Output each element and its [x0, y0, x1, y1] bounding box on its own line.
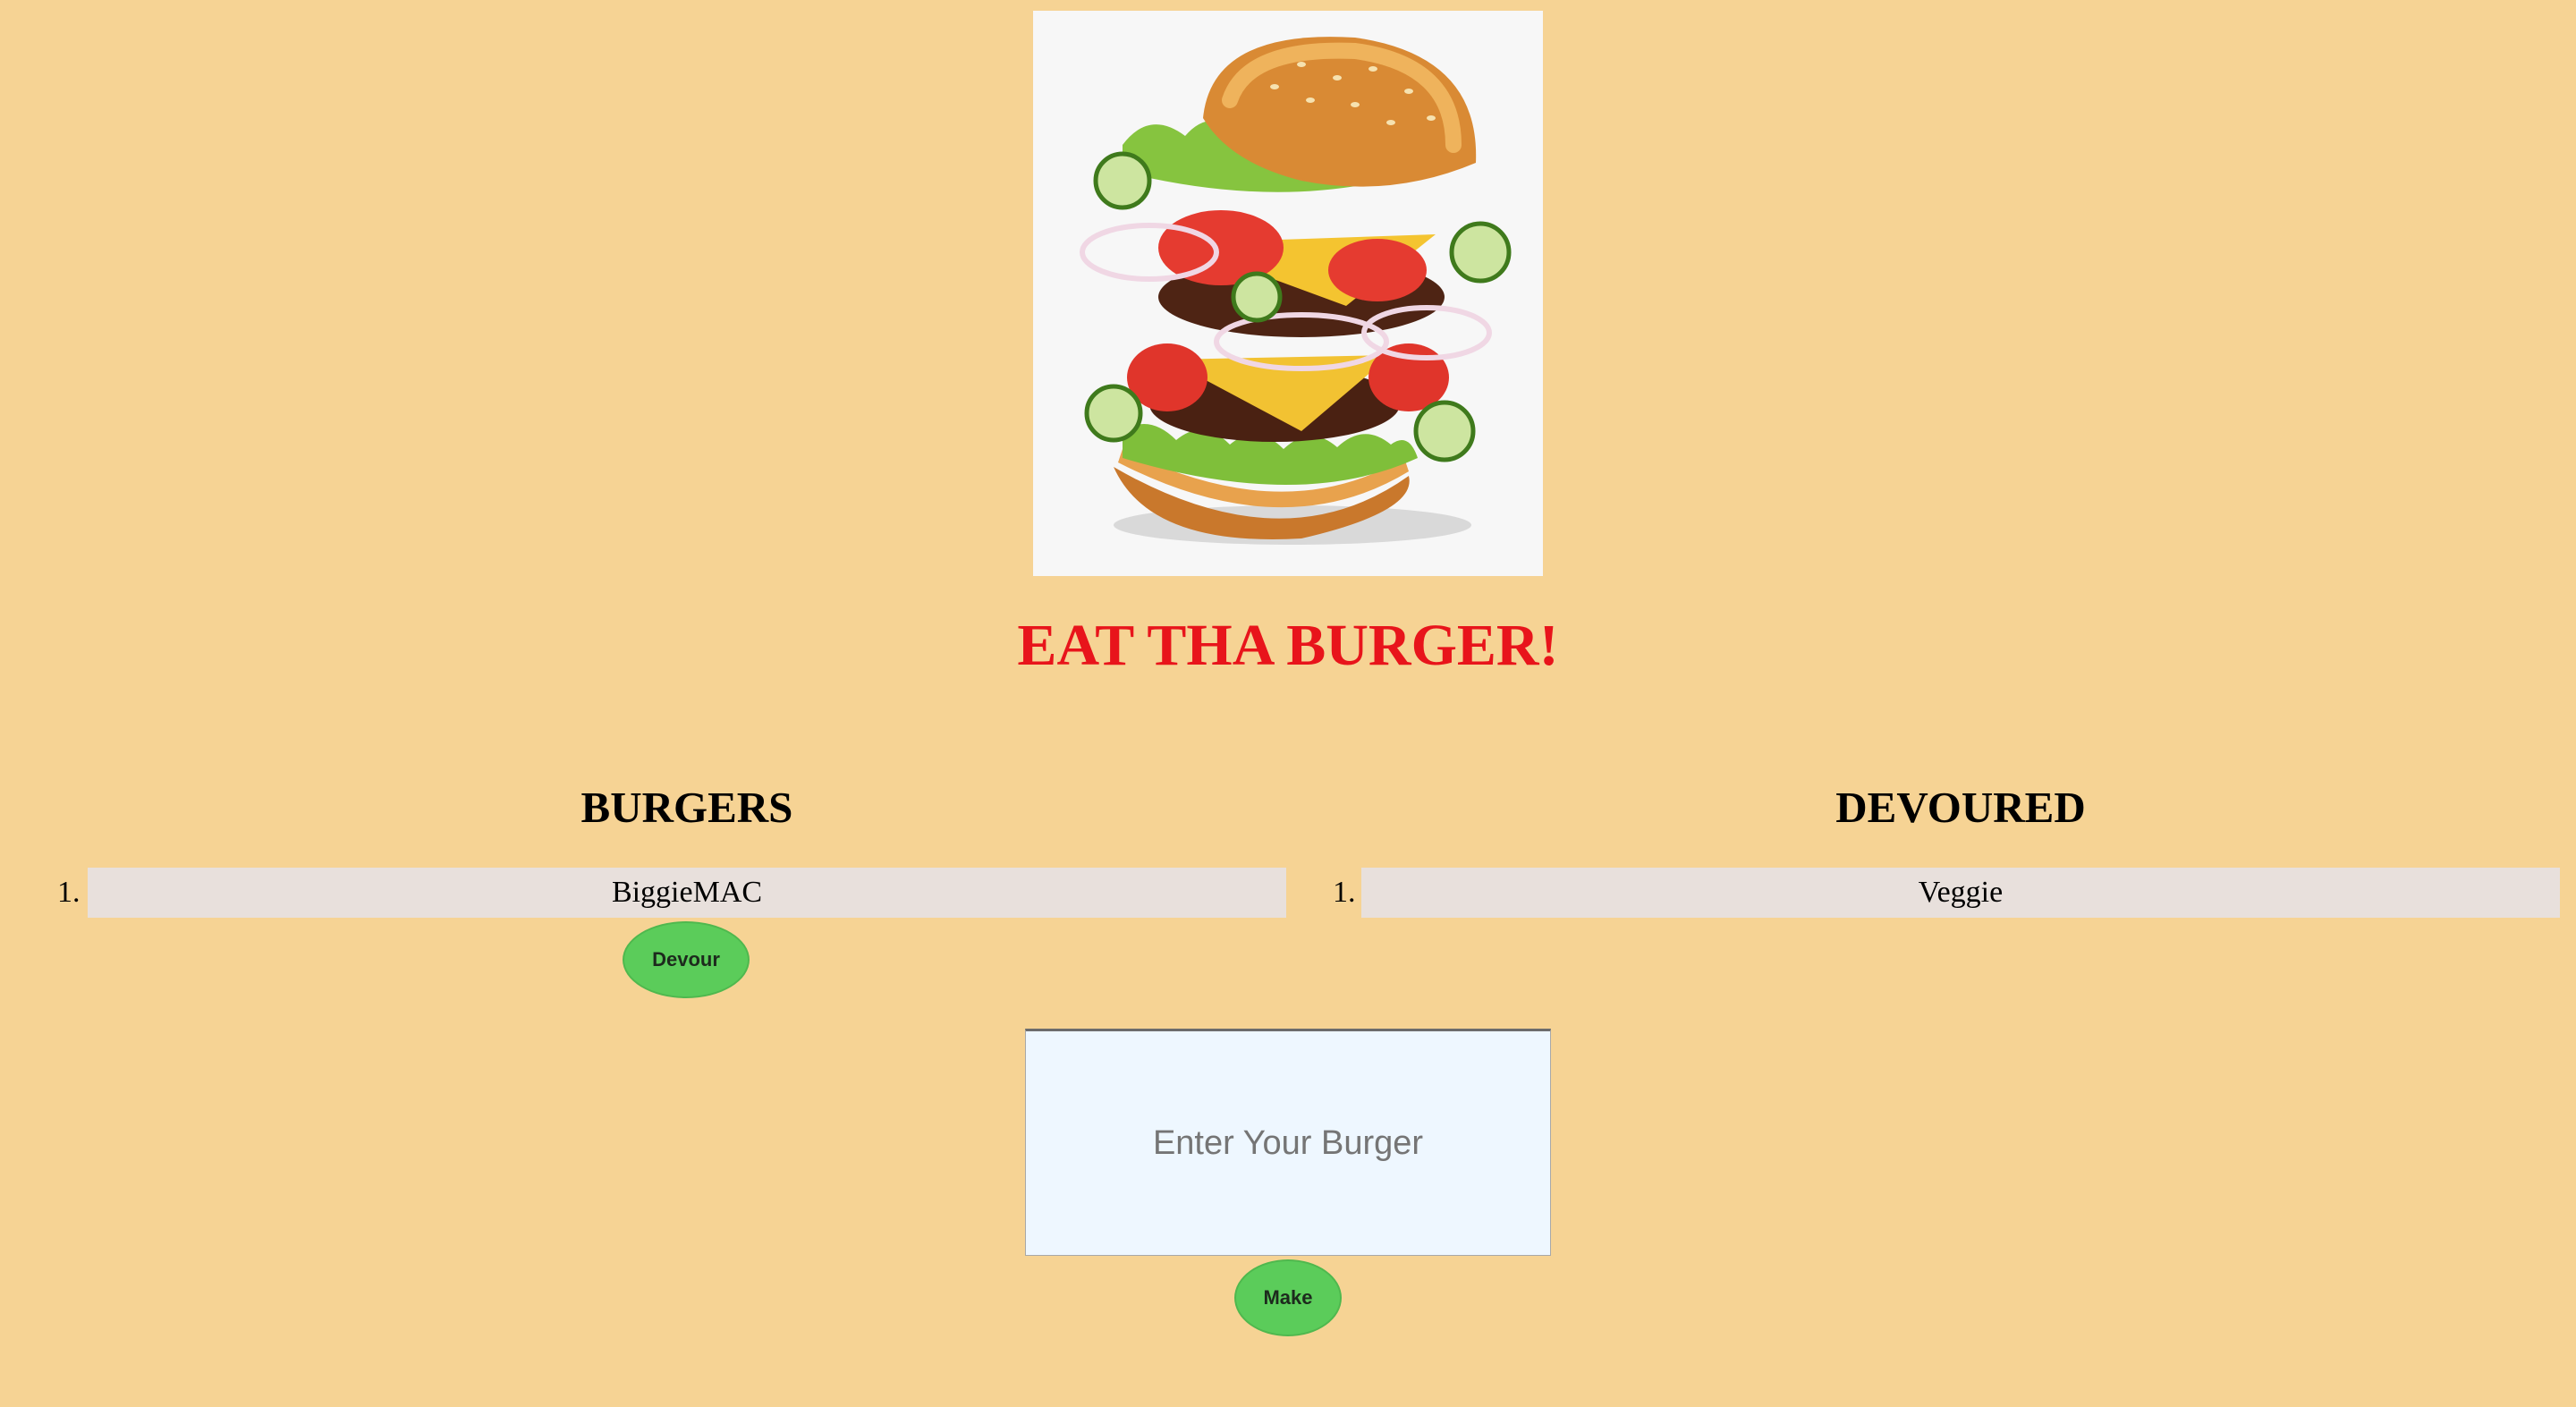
burgers-list-number: 1.: [57, 876, 80, 909]
devoured-list-number: 1.: [1333, 876, 1356, 909]
devoured-heading: DEVOURED: [1835, 783, 2086, 832]
burger-name-input[interactable]: [1025, 1029, 1551, 1256]
make-button[interactable]: Make: [1234, 1259, 1342, 1336]
devoured-list-item: Veggie: [1361, 868, 2560, 918]
devour-button[interactable]: Devour: [623, 921, 750, 998]
burger-image: [1033, 11, 1543, 576]
page-title: EAT THA BURGER!: [1017, 613, 1559, 678]
burgers-heading: BURGERS: [580, 783, 793, 832]
burgers-list-item: BiggieMAC: [88, 868, 1286, 918]
burger-illustration-icon: [1080, 37, 1512, 545]
